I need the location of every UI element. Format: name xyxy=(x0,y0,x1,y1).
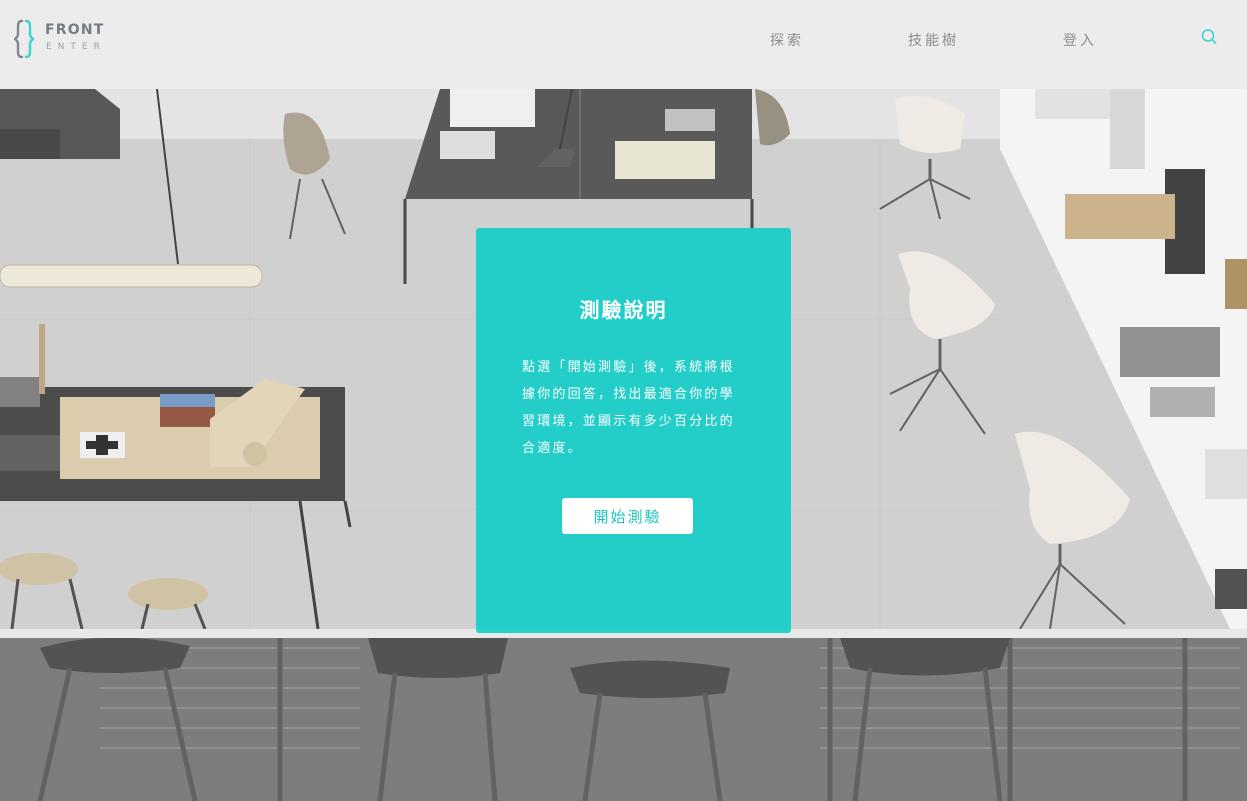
card-title: 測驗說明 xyxy=(579,298,668,322)
logo[interactable]: FRONT ENTER xyxy=(14,19,124,59)
lower-background-image xyxy=(0,638,1247,801)
card-description-line-2: 據你的回答，找出最適合你的學 xyxy=(522,387,735,402)
nav-login[interactable]: 登入 xyxy=(1063,30,1097,50)
nav-explore[interactable]: 探索 xyxy=(770,30,804,50)
bar-stools-illustration xyxy=(0,638,1247,801)
start-quiz-button[interactable]: 開始測驗 xyxy=(562,498,693,534)
card-description-line-1: 點選「開始測驗」後，系統將根 xyxy=(522,360,735,375)
quiz-info-card xyxy=(476,228,791,633)
nav-skill-tree[interactable]: 技能樹 xyxy=(908,30,959,50)
card-description-line-3: 習環境，並顯示有多少百分比的 xyxy=(522,414,735,429)
site-header: FRONT ENTER 探索 技能樹 登入 xyxy=(0,0,1247,89)
logo-bracket-icon xyxy=(14,19,35,59)
card-description-line-4: 合適度。 xyxy=(522,441,583,456)
logo-text-enter: ENTER xyxy=(46,42,106,52)
search-icon[interactable] xyxy=(1200,28,1218,46)
logo-text-front: FRONT xyxy=(45,22,105,38)
